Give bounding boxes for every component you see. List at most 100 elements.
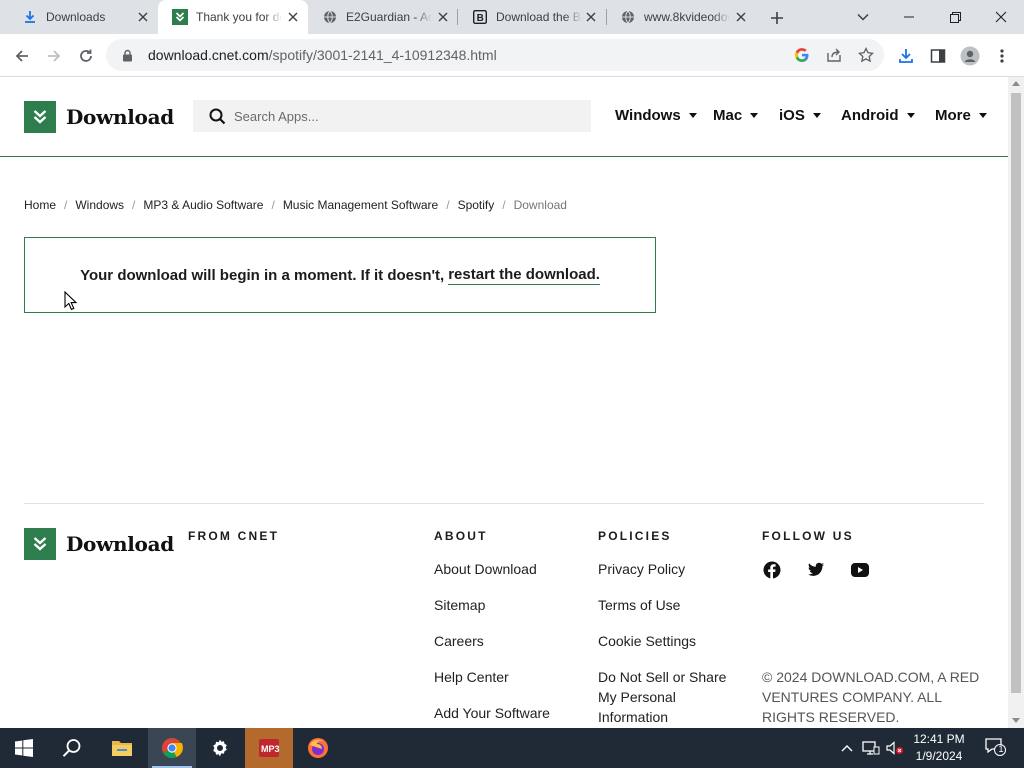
windows-logo-icon bbox=[15, 739, 33, 757]
logo-wordmark: Download bbox=[66, 532, 174, 556]
notice-text: Your download will begin in a moment. If… bbox=[80, 266, 445, 284]
reload-button[interactable] bbox=[73, 43, 99, 69]
side-panel-icon[interactable] bbox=[925, 43, 951, 69]
page-scrollbar[interactable] bbox=[1008, 77, 1024, 728]
search-icon bbox=[62, 739, 81, 757]
notification-count-badge: 1 bbox=[998, 744, 1004, 754]
footer-logo[interactable]: Download bbox=[24, 528, 174, 560]
nav-more[interactable]: More bbox=[935, 107, 987, 124]
footer-link-sitemap[interactable]: Sitemap bbox=[434, 595, 485, 615]
url-path: /spotify/3001-2141_4-10912348.html bbox=[268, 47, 497, 63]
google-lens-icon[interactable] bbox=[794, 47, 810, 63]
new-tab-button[interactable] bbox=[766, 7, 788, 29]
settings-gear-icon[interactable] bbox=[196, 728, 244, 768]
lock-icon[interactable] bbox=[120, 48, 134, 62]
browser-tab-strip: Downloads Thank you for downloading E2Gu… bbox=[0, 0, 1024, 34]
footer-link-add-software[interactable]: Add Your Software bbox=[434, 703, 550, 723]
footer-link-careers[interactable]: Careers bbox=[434, 631, 484, 651]
forward-button[interactable] bbox=[41, 43, 67, 69]
breadcrumb-home[interactable]: Home bbox=[24, 198, 56, 212]
caret-down-icon bbox=[978, 113, 987, 118]
bookmark-star-icon[interactable] bbox=[858, 47, 874, 63]
breadcrumb-mp3-audio[interactable]: MP3 & Audio Software bbox=[143, 198, 263, 212]
breadcrumb-windows[interactable]: Windows bbox=[75, 198, 124, 212]
download-site-favicon bbox=[172, 9, 188, 25]
minimize-button[interactable] bbox=[886, 0, 932, 34]
twitter-icon[interactable] bbox=[806, 560, 826, 580]
breadcrumb-music-management[interactable]: Music Management Software bbox=[283, 198, 438, 212]
network-icon[interactable] bbox=[862, 738, 880, 758]
breadcrumb: Home / Windows / MP3 & Audio Software / … bbox=[24, 198, 567, 212]
scrollbar-thumb[interactable] bbox=[1011, 93, 1021, 693]
search-icon[interactable] bbox=[208, 107, 226, 125]
share-icon[interactable] bbox=[826, 47, 842, 63]
nav-mac[interactable]: Mac bbox=[713, 107, 759, 124]
browser-menu-icon[interactable] bbox=[989, 43, 1015, 69]
file-explorer-icon[interactable] bbox=[98, 728, 146, 768]
tab-search-button[interactable] bbox=[840, 0, 886, 34]
restart-download-link[interactable]: restart the download. bbox=[448, 266, 600, 285]
close-icon[interactable] bbox=[734, 10, 748, 24]
firefox-icon[interactable] bbox=[294, 728, 342, 768]
tab-title: www.8kvideodownloader bbox=[644, 10, 730, 24]
close-icon[interactable] bbox=[136, 10, 150, 24]
downloads-icon[interactable] bbox=[893, 43, 919, 69]
browser-toolbar: download.cnet.com/spotify/3001-2141_4-10… bbox=[0, 34, 1024, 77]
breadcrumb-separator: / bbox=[271, 198, 275, 212]
breadcrumb-separator: / bbox=[446, 198, 450, 212]
windows-taskbar: MP3 12:41 PM 1/9/2024 1 bbox=[0, 728, 1024, 768]
close-icon[interactable] bbox=[286, 10, 300, 24]
show-hidden-icons-chevron-icon[interactable] bbox=[838, 738, 856, 758]
caret-down-icon bbox=[906, 113, 915, 118]
search-bar[interactable] bbox=[193, 100, 591, 132]
youtube-icon[interactable] bbox=[850, 560, 870, 580]
close-window-button[interactable] bbox=[978, 0, 1024, 34]
tab-thank-you[interactable]: Thank you for downloading bbox=[158, 0, 308, 34]
notification-center-icon[interactable]: 1 bbox=[984, 737, 1008, 757]
nav-ios[interactable]: iOS bbox=[779, 107, 821, 124]
tab-title: Download the Best bbox=[496, 10, 582, 24]
scroll-up-arrow-icon[interactable] bbox=[1012, 81, 1020, 86]
nav-windows[interactable]: Windows bbox=[615, 107, 697, 124]
tab-downloads[interactable]: Downloads bbox=[8, 0, 158, 34]
svg-text:MP3: MP3 bbox=[261, 744, 280, 754]
back-button[interactable] bbox=[9, 43, 35, 69]
footer-link-do-not-sell[interactable]: Do Not Sell or Share My Personal Informa… bbox=[598, 667, 738, 727]
restore-button[interactable] bbox=[932, 0, 978, 34]
download-notice: Your download will begin in a moment. If… bbox=[24, 237, 656, 313]
scroll-down-arrow-icon[interactable] bbox=[1012, 718, 1020, 723]
footer-link-about-download[interactable]: About Download bbox=[434, 559, 537, 579]
footer-link-terms[interactable]: Terms of Use bbox=[598, 595, 680, 615]
search-input[interactable] bbox=[234, 108, 574, 124]
taskbar-search-button[interactable] bbox=[48, 728, 96, 768]
nav-label: Mac bbox=[713, 107, 743, 124]
footer-heading-policies: POLICIES bbox=[598, 529, 672, 543]
globe-icon bbox=[620, 9, 636, 25]
copyright-text: © 2024 DOWNLOAD.COM, A RED VENTURES COMP… bbox=[762, 669, 980, 725]
close-icon[interactable] bbox=[584, 10, 598, 24]
mp3-app-icon[interactable]: MP3 bbox=[245, 728, 293, 768]
footer-link-cookie-settings[interactable]: Cookie Settings bbox=[598, 631, 696, 651]
globe-icon bbox=[322, 9, 338, 25]
profile-avatar-icon[interactable] bbox=[957, 43, 983, 69]
tab-e2guardian[interactable]: E2Guardian - Access Denied bbox=[308, 0, 458, 34]
taskbar-clock[interactable]: 12:41 PM 1/9/2024 bbox=[906, 731, 972, 765]
start-button[interactable] bbox=[0, 728, 48, 768]
footer-link-privacy[interactable]: Privacy Policy bbox=[598, 559, 685, 579]
breadcrumb-separator: / bbox=[64, 198, 68, 212]
tab-8kvideodownloader[interactable]: www.8kvideodownloader bbox=[606, 0, 756, 34]
breadcrumb-spotify[interactable]: Spotify bbox=[458, 198, 495, 212]
tab-download-best[interactable]: B Download the Best bbox=[458, 0, 606, 34]
nav-android[interactable]: Android bbox=[841, 107, 915, 124]
site-logo[interactable]: Download bbox=[24, 101, 174, 133]
nav-label: Android bbox=[841, 107, 899, 124]
volume-muted-icon[interactable] bbox=[886, 738, 904, 758]
facebook-icon[interactable] bbox=[762, 560, 782, 580]
chrome-taskbar-icon[interactable] bbox=[148, 728, 196, 768]
close-icon[interactable] bbox=[436, 10, 450, 24]
address-bar[interactable]: download.cnet.com/spotify/3001-2141_4-10… bbox=[106, 39, 884, 71]
breadcrumb-separator: / bbox=[132, 198, 136, 212]
footer-divider bbox=[24, 503, 984, 504]
clock-time: 12:41 PM bbox=[913, 732, 965, 746]
footer-link-help-center[interactable]: Help Center bbox=[434, 667, 509, 687]
